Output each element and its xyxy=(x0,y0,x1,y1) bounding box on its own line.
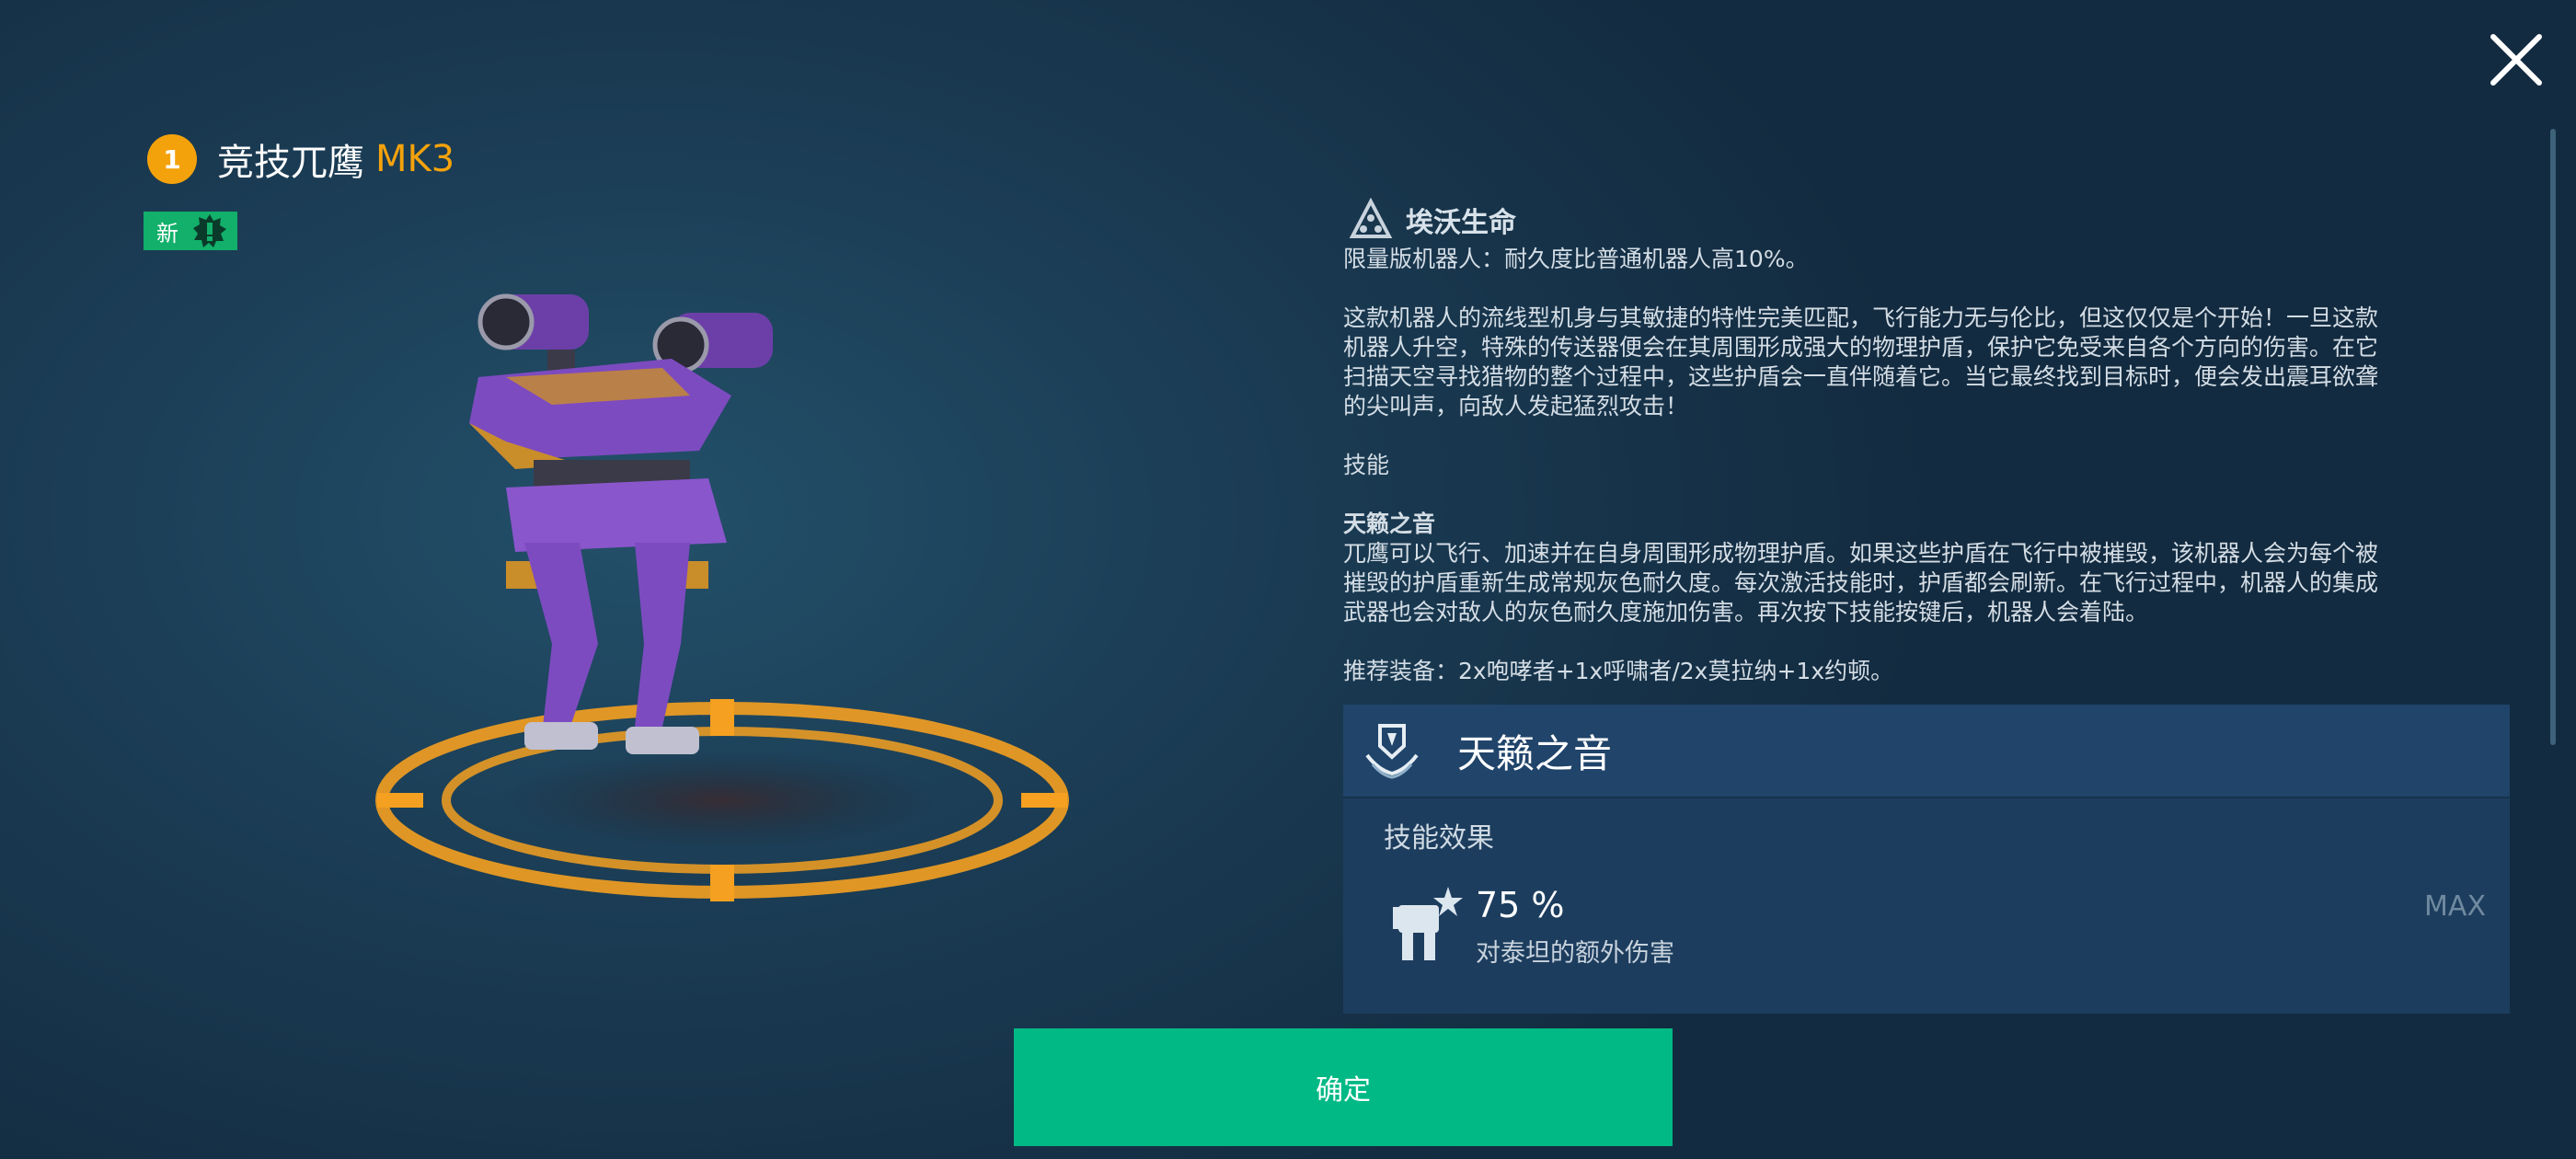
ability-title: 天籁之音 xyxy=(1457,730,1613,776)
ability-card: 天籁之音 技能效果 75 % 对泰坦的额外伤害 MAX xyxy=(1343,705,2510,1014)
titan-damage-icon xyxy=(1393,887,1463,960)
skill-name: 天籁之音 xyxy=(1343,511,1436,537)
ether-faction-icon xyxy=(1349,198,1393,238)
faction-row: 埃沃生命 xyxy=(1343,195,2504,245)
effect-label: 技能效果 xyxy=(1384,822,1494,855)
faction-name: 埃沃生命 xyxy=(1406,207,1516,239)
effect-row: 75 % 对泰坦的额外伤害 MAX xyxy=(1391,885,2486,968)
rank-badge: 1 xyxy=(147,134,197,184)
lore-line: 这款机器人的流线型机身与其敏捷的特性完美匹配，飞行能力无与伦比，但这仅仅是个开始… xyxy=(1343,304,2379,331)
max-label: MAX xyxy=(2424,890,2486,923)
lore-line: 扫描天空寻找猎物的整个过程中，这些护盾会一直伴随着它。当它最终找到目标时，便会发… xyxy=(1343,363,2379,390)
new-badge: 新 xyxy=(144,212,237,250)
robot-name: 竞技兀鹰 xyxy=(217,142,364,184)
confirm-button[interactable]: 确定 xyxy=(1014,1028,1673,1146)
shield-wings-icon xyxy=(1365,724,1419,779)
limited-edition-note: 限量版机器人：耐久度比普通机器人高10%。 xyxy=(1343,246,1809,272)
ability-header: 天籁之音 xyxy=(1343,705,2510,798)
close-icon xyxy=(2490,34,2542,86)
skill-line: 兀鹰可以飞行、加速并在自身周围形成物理护盾。如果这些护盾在飞行中被摧毁，该机器人… xyxy=(1343,540,2379,567)
robot-mk-level: MK3 xyxy=(375,138,455,180)
new-badge-label: 新 xyxy=(156,220,178,247)
lore-line: 机器人升空，特殊的传送器便会在其周围形成强大的物理护盾，保护它免受来自各个方向的… xyxy=(1343,334,2379,361)
recommended-equipment: 推荐装备：2x咆哮者+1x呼啸者/2x莫拉纳+1x约顿。 xyxy=(1343,658,1894,684)
robot-body xyxy=(469,293,773,754)
skills-heading: 技能 xyxy=(1343,452,1390,478)
robot-model xyxy=(375,293,1069,901)
robot-title: 1 竞技兀鹰 MK3 xyxy=(147,132,454,187)
description-panel: 埃沃生命 限量版机器人：耐久度比普通机器人高10%。 这款机器人的流线型机身与其… xyxy=(1343,195,2504,686)
close-button[interactable] xyxy=(2484,28,2548,92)
lore-line: 的尖叫声，向敌人发起猛烈攻击！ xyxy=(1343,393,1689,419)
gear-badge-icon xyxy=(193,214,226,247)
platform-ring xyxy=(375,699,1069,901)
skill-line: 摧毁的护盾重新生成常规灰色耐久度。每次激活技能时，护盾都会刷新。在飞行过程中，机… xyxy=(1343,569,2379,596)
skill-line: 武器也会对敌人的灰色耐久度施加伤害。再次按下技能按键后，机器人会着陆。 xyxy=(1343,599,2149,625)
effect-description: 对泰坦的额外伤害 xyxy=(1476,939,1674,968)
effect-value: 75 % xyxy=(1476,885,1565,925)
description-scrollbar[interactable] xyxy=(2550,129,2556,745)
